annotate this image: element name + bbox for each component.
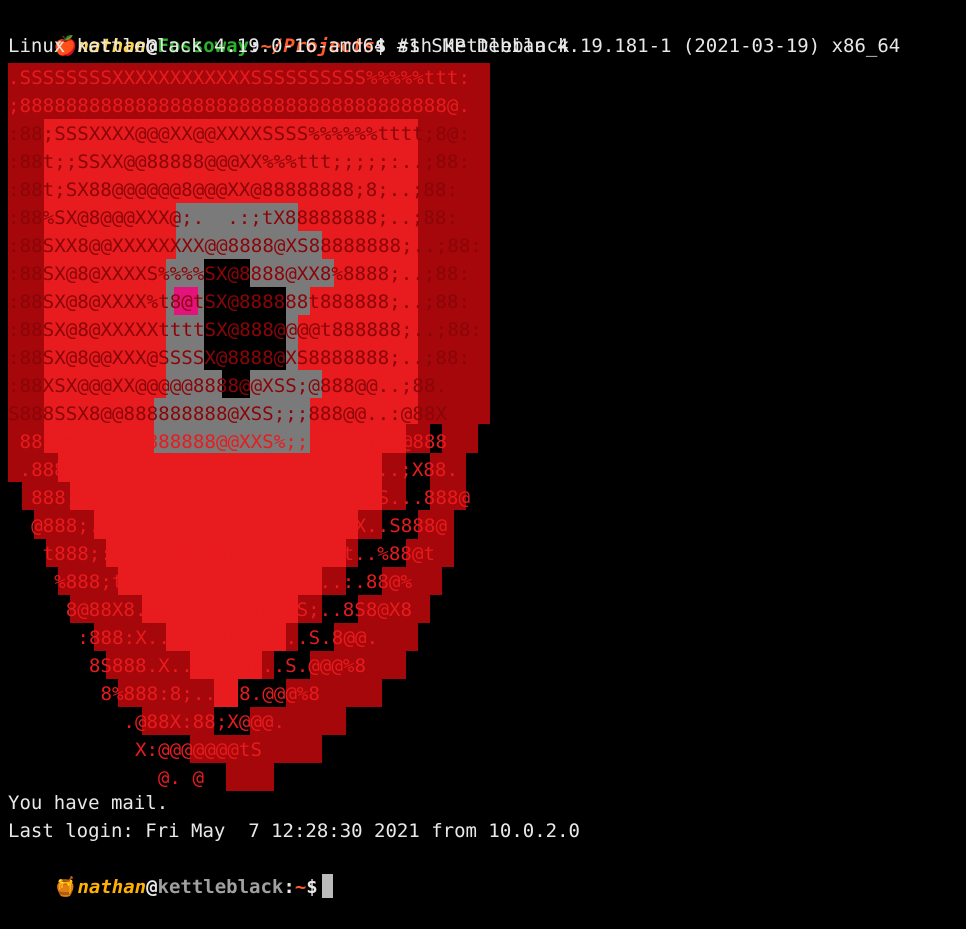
ascii-art-row: 8@88X8..;S@88;88t88XS;..8S8@X8 (8, 599, 412, 621)
ascii-art-row: :88SX@8@@XXX@SSSSX@8888@XS8888888;..;88: (8, 347, 470, 369)
ascii-art-row: .888%;t:X888XXXXXXXSSS;;;;;:88S..;X88. (8, 459, 458, 481)
ascii-art-row: :88t;;SSXX@@88888@@@XX%%%ttt;;;;;:..;88: (8, 151, 470, 173)
ascii-art-row: S888SSX8@@888888888@XSS;;;888@@..:@88X (8, 403, 448, 425)
ascii-art-row: 888;;.;@888@SSSS%;;;;;::;SX88@S...888@ (8, 487, 470, 509)
ascii-art-row: @. @ (8, 767, 204, 789)
ascii-art-row: 8S888.X...%SS%...S.@@@%8 (8, 655, 366, 677)
ascii-art-row: :88SX@8@XXXXS%%%%SX@8888@XX8%8888;..;88: (8, 263, 470, 285)
ascii-art-row: :88;SSSXXXX@@@XX@@XXXXSSSS%%%%%%tttt;8@: (8, 123, 470, 145)
text-cursor[interactable] (321, 874, 333, 898)
ascii-art-row: 8%888:8;....8.@@@%8 (8, 683, 320, 705)
prompt-path: ~ (294, 876, 307, 898)
prompt-separator: : (283, 876, 295, 898)
honey-pot-icon: 🍯 (53, 876, 78, 898)
ascii-art-row: X:@@@@@@@tS (8, 739, 262, 761)
ascii-art-row: :88SX@8@XXXX%t8@tSX@888888t888888;..;88: (8, 291, 470, 313)
mail-notice: You have mail. (8, 792, 169, 814)
ascii-art-row: 888%%SX8888888888@@XXS%;;;:@88t..@888 (8, 431, 447, 453)
ascii-art-row: :88XSX@@@XX@@@@@8888@@XSS;@888@@..;88. (8, 375, 447, 397)
ascii-art-row: .@88X:88;X@@@. (8, 711, 285, 733)
ascii-art-row: ;8888888888888888888888888888888888888@. (8, 95, 470, 117)
ascii-shield-art: .SSSSSSSSXXXXXXXXXXXXSSSSSSSSSS%%%%%ttt:… (8, 63, 490, 791)
ascii-art-row: :88SX@8@XXXXXttttSX@888@@@@t888888;..;88… (8, 319, 482, 341)
prompt-user: nathan (77, 876, 147, 898)
ascii-art-row: :88%SX@8@@@XXX@;. .:;tX88888888;..;88: (8, 207, 458, 229)
ascii-art-row: :88t;SX88@@@@@@8@@@XX@88888888;8;..;88: (8, 179, 458, 201)
ascii-art-row: %888;t:;@tS%;t::%:tS;X@..:.88@% (8, 571, 413, 593)
prompt-dollar: $ (306, 876, 318, 898)
prompt-at: @ (146, 876, 158, 898)
system-banner: Linux kettleblack 4.19.0-16-amd64 #1 SMP… (8, 35, 901, 57)
ascii-art-row: :888:X..:8;8888;8:..S.8@@. (8, 627, 378, 649)
prompt-host: kettleblack (157, 876, 284, 898)
ascii-art-row: .SSSSSSSSXXXXXXXXXXXXSSSSSSSSSS%%%%%ttt: (8, 67, 470, 89)
ascii-art-row: :88SXX8@@XXXXXXXX@@8888@XS88888888;..;88… (8, 235, 482, 257)
ascii-art-row: t888;:.t:888%;@8::8@;S888:t..%88@t (8, 543, 435, 565)
ascii-art-row: @888;.:@888%%;;;;;;;;;tS@88XX..S888@ (8, 515, 447, 537)
prompt-line-2: 🍯nathan@kettleblack:~$ (8, 845, 333, 929)
terminal-window[interactable]: 🍎nathan@Fossoway:~/Projects$ ssh kettleb… (0, 0, 966, 902)
last-login: Last login: Fri May 7 12:28:30 2021 from… (8, 820, 580, 842)
